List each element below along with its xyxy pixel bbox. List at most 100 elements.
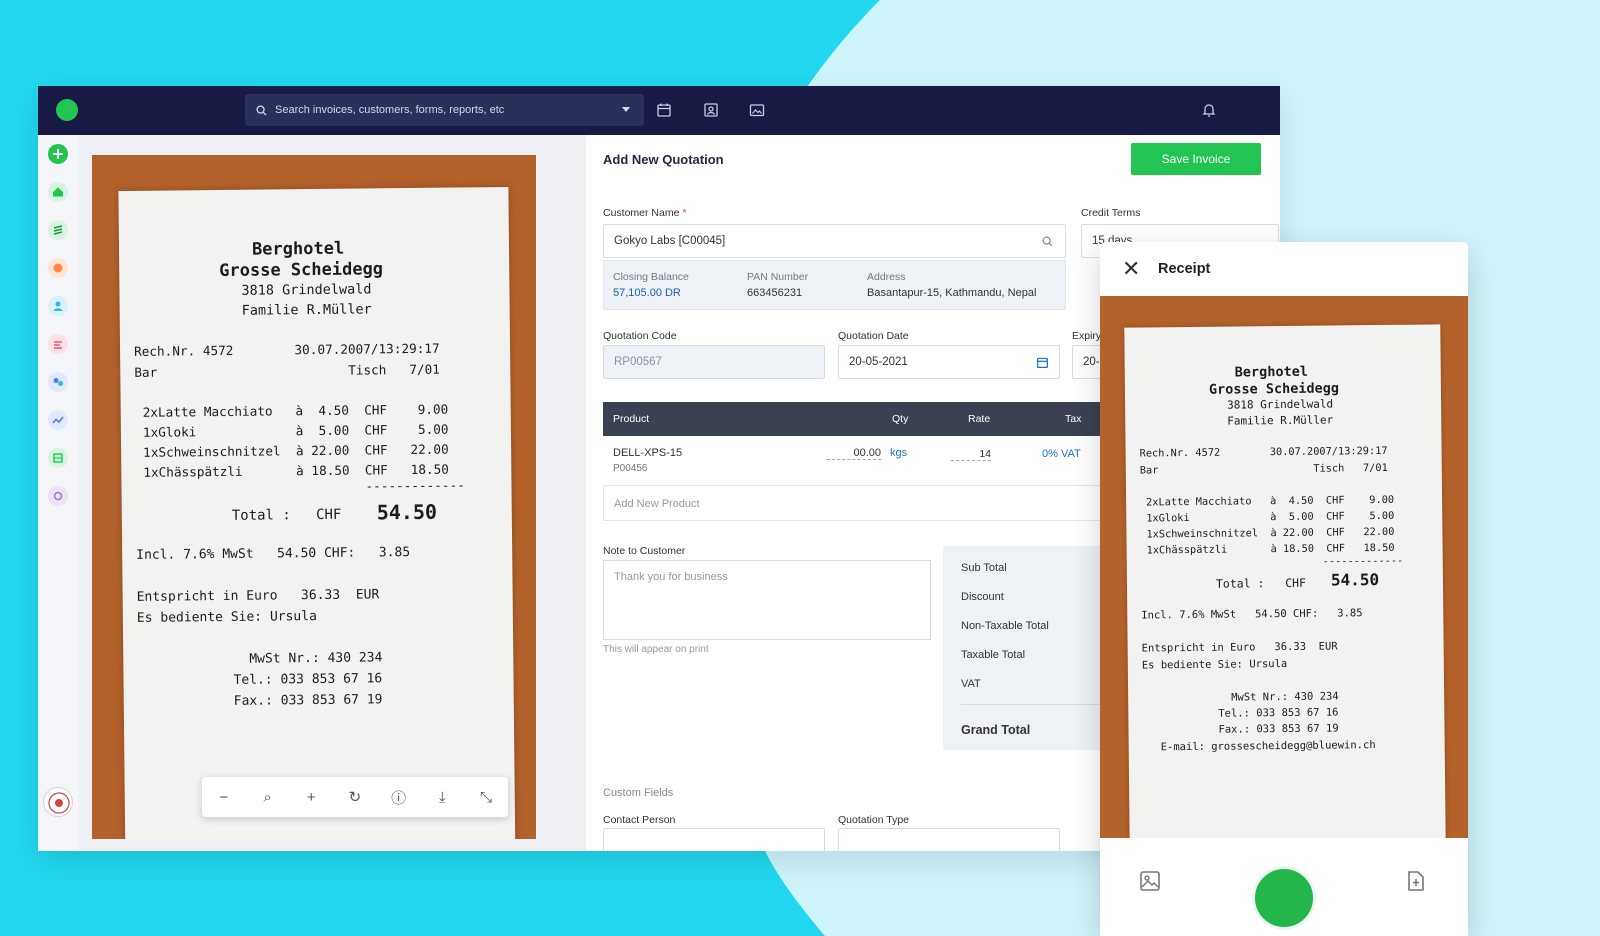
bell-icon[interactable] <box>1201 102 1217 118</box>
receipt-line: 3818 Grindelwald <box>241 281 372 299</box>
zoom-out-icon[interactable]: − <box>212 789 236 806</box>
note-to-customer-textarea[interactable]: Thank you for business <box>603 560 931 640</box>
receipt-line: Tel.: 033 853 67 16 <box>233 671 383 688</box>
sales-icon[interactable] <box>48 220 68 240</box>
quotation-date-input[interactable]: 20-05-2021 <box>838 345 1060 379</box>
receipt-line: Rech.Nr. 4572 30.07.2007/13:29:17 <box>133 340 440 359</box>
receipt-line: Es bediente Sie: Ursula <box>136 609 317 626</box>
folder-image-icon[interactable] <box>749 102 765 118</box>
page-title: Add New Quotation <box>603 152 724 167</box>
receipt-line: E-mail: grossescheidegg@bluewin.ch <box>1160 739 1376 754</box>
purchase-icon[interactable] <box>48 258 68 278</box>
pan-number-value: 663456231 <box>747 287 803 299</box>
calendar-icon[interactable] <box>656 102 672 118</box>
settings-icon[interactable] <box>48 486 68 506</box>
save-invoice-button[interactable]: Save Invoice <box>1131 143 1261 175</box>
receipt-line: Grosse Scheidegg <box>1208 380 1340 398</box>
receipt-line: Entspricht in Euro 36.33 EUR <box>136 587 380 605</box>
receipt-line: Total : CHF <box>1215 575 1307 591</box>
product-name: DELL-XPS-15 <box>613 447 683 459</box>
receipt-line: Total : CHF <box>231 506 342 524</box>
receipt-line: 3818 Grindelwald <box>1227 397 1334 412</box>
receipt-line: MwSt Nr.: 430 234 <box>249 650 383 667</box>
closing-balance-value: 57,105.00 DR <box>613 287 681 299</box>
zoom-in-icon[interactable]: + <box>299 789 323 806</box>
contacts-icon[interactable] <box>703 102 719 118</box>
customer-name-label: Customer Name * <box>603 207 687 219</box>
receipt-line: Familie R.Müller <box>1227 413 1334 428</box>
capture-button[interactable] <box>1252 866 1316 930</box>
pan-number-label: PAN Number <box>747 271 809 283</box>
quotation-date-value: 20-05-2021 <box>849 356 908 368</box>
product-code: P00456 <box>613 463 648 474</box>
zoom-search-icon[interactable]: ⌕ <box>256 789 280 806</box>
vat-label: VAT <box>961 678 981 690</box>
mobile-receipt-image[interactable]: Berghotel Grosse Scheidegg 3818 Grindelw… <box>1100 296 1468 838</box>
qty-input[interactable]: 00.00 <box>827 447 881 460</box>
receipt-line: Incl. 7.6% MwSt 54.50 CHF: 3.85 <box>1141 607 1363 622</box>
quotation-date-label: Quotation Date <box>838 330 909 342</box>
customer-name-value: Gokyo Labs [C00045] <box>614 235 726 247</box>
taxable-total-label: Taxable Total <box>961 649 1026 661</box>
mobile-receipt-panel: ✕ Receipt Berghotel Grosse Scheidegg 381… <box>1100 242 1468 936</box>
receipt-line: 1xGloki à 5.00 CHF 5.00 <box>1146 509 1395 525</box>
unit-select[interactable]: kgs <box>890 447 907 459</box>
search-icon <box>256 104 267 116</box>
receipt-line: MwSt Nr.: 430 234 <box>1231 690 1339 704</box>
receipt-line: 1xSchweinschnitzel à 22.00 CHF 22.00 <box>1146 525 1395 541</box>
column-rate: Rate <box>968 413 991 425</box>
calendar-icon[interactable] <box>1036 356 1049 369</box>
global-search-input[interactable]: Search invoices, customers, forms, repor… <box>245 94 644 126</box>
accounting-icon[interactable] <box>48 448 68 468</box>
receipt-paper: Berghotel Grosse Scheidegg 3818 Grindelw… <box>118 186 516 839</box>
receipt-line: 2xLatte Macchiato à 4.50 CHF 9.00 <box>1146 493 1395 509</box>
add-icon[interactable] <box>48 144 68 164</box>
receipt-line: Bar Tisch 7/01 <box>134 361 440 380</box>
receipt-line: 1xSchweinschnitzel à 22.00 CHF 22.00 <box>143 441 449 460</box>
receipt-total-amount: 54.50 <box>376 499 438 525</box>
contact-person-input[interactable] <box>603 828 825 851</box>
receipt-line: Entspricht in Euro 36.33 EUR <box>1141 640 1338 655</box>
close-icon[interactable]: ✕ <box>1122 256 1140 282</box>
image-viewer-toolbar: − ⌕ + ↻ ⓘ ⤓ ⤡ <box>202 777 508 817</box>
left-sidebar <box>38 135 78 851</box>
receipt-line: Rech.Nr. 4572 30.07.2007/13:29:17 <box>1139 444 1388 460</box>
quotation-code-label: Quotation Code <box>603 330 677 342</box>
sub-total-label: Sub Total <box>961 562 1007 574</box>
rate-input[interactable]: 14 <box>951 448 991 461</box>
reports-icon[interactable] <box>48 334 68 354</box>
team-icon[interactable] <box>48 372 68 392</box>
receipt-line: Familie R.Müller <box>241 301 372 319</box>
app-logo[interactable] <box>56 99 78 121</box>
customer-name-input[interactable]: Gokyo Labs [C00045] <box>603 224 1066 258</box>
receipt-line: Incl. 7.6% MwSt 54.50 CHF: 3.85 <box>136 545 411 563</box>
rotate-icon[interactable]: ↻ <box>343 788 367 806</box>
close-icon[interactable]: ✕ <box>1279 149 1280 170</box>
search-placeholder: Search invoices, customers, forms, repor… <box>275 104 505 116</box>
address-label: Address <box>867 271 906 283</box>
non-taxable-total-label: Non-Taxable Total <box>961 620 1049 632</box>
analytics-icon[interactable] <box>48 410 68 430</box>
receipt-line: 2xLatte Macchiato à 4.50 CHF 9.00 <box>142 401 449 420</box>
column-product: Product <box>613 413 650 425</box>
receipt-image[interactable]: Berghotel Grosse Scheidegg 3818 Grindelw… <box>92 155 536 839</box>
gallery-icon[interactable] <box>1139 870 1161 892</box>
receipt-viewer-panel: Berghotel Grosse Scheidegg 3818 Grindelw… <box>78 135 586 851</box>
upload-file-icon[interactable] <box>1406 870 1426 892</box>
download-icon[interactable]: ⤓ <box>430 789 454 806</box>
company-avatar[interactable] <box>43 787 73 817</box>
receipt-line: Es bediente Sie: Ursula <box>1141 657 1288 672</box>
customer-info-box: Closing Balance 57,105.00 DR PAN Number … <box>603 260 1066 310</box>
receipt-line: Grosse Scheidegg <box>219 259 384 282</box>
quotation-type-input[interactable] <box>838 828 1060 851</box>
column-qty: Qty <box>892 413 909 425</box>
closing-balance-label: Closing Balance <box>613 271 689 283</box>
info-icon[interactable]: ⓘ <box>387 787 411 808</box>
chevron-down-icon[interactable] <box>622 107 630 112</box>
customer-icon[interactable] <box>48 296 68 316</box>
expand-icon[interactable]: ⤡ <box>474 789 498 806</box>
home-icon[interactable] <box>48 182 68 202</box>
tax-select[interactable]: 0% VAT <box>1042 448 1081 460</box>
contact-person-label: Contact Person <box>603 814 676 826</box>
receipt-line: 1xChässpätzli à 18.50 CHF 18.50 <box>143 461 449 480</box>
